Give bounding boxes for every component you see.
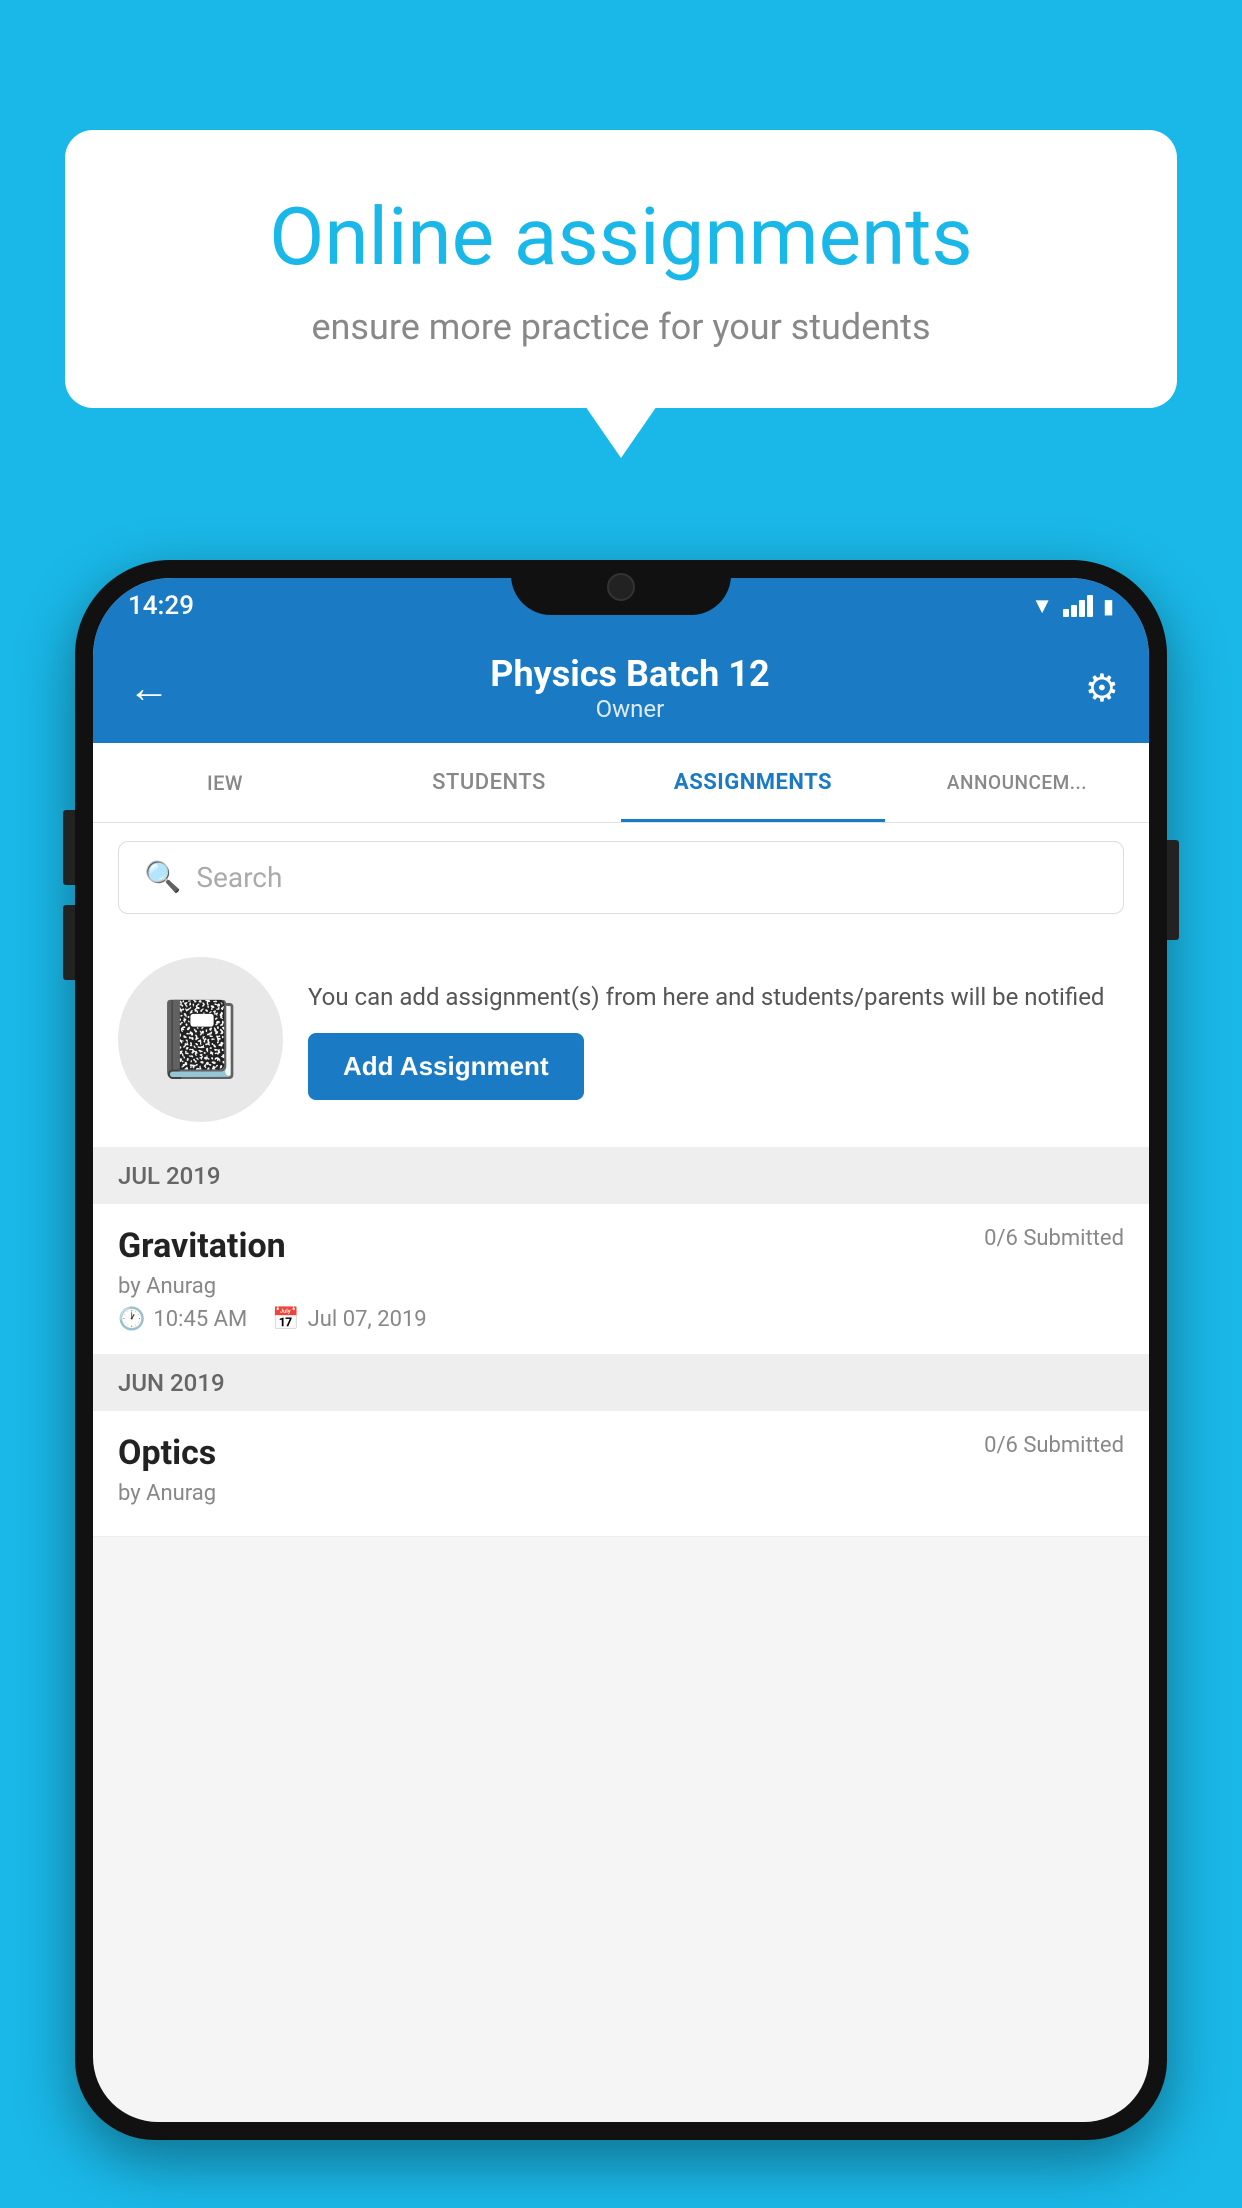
wifi-icon: ▼	[1031, 593, 1053, 619]
signal-icon	[1063, 595, 1093, 617]
search-container: 🔍 Search	[93, 823, 1149, 932]
date-value: Jul 07, 2019	[308, 1307, 427, 1332]
promo-icon-circle: 📓	[118, 957, 283, 1122]
header-subtitle: Owner	[490, 695, 769, 723]
assignment-name: Gravitation	[118, 1226, 286, 1266]
promo-right: You can add assignment(s) from here and …	[308, 979, 1124, 1100]
back-button[interactable]: ←	[123, 659, 175, 718]
assignment-top-row: Gravitation 0/6 Submitted	[118, 1226, 1124, 1266]
search-icon: 🔍	[144, 860, 181, 895]
search-bar[interactable]: 🔍 Search	[118, 841, 1124, 914]
assignment-meta: 🕐 10:45 AM 📅 Jul 07, 2019	[118, 1307, 1124, 1332]
assignment-date: 📅 Jul 07, 2019	[272, 1307, 426, 1332]
assignment-item-optics[interactable]: Optics 0/6 Submitted by Anurag	[93, 1411, 1149, 1537]
tab-announcements[interactable]: ANNOUNCEM...	[885, 743, 1149, 822]
settings-button[interactable]: ⚙	[1085, 666, 1119, 711]
assignment-submitted-optics: 0/6 Submitted	[984, 1433, 1124, 1458]
assignment-submitted: 0/6 Submitted	[984, 1226, 1124, 1251]
phone-screen: 14:29 ▼ ▮ ←	[93, 578, 1149, 2122]
add-assignment-button[interactable]: Add Assignment	[308, 1033, 584, 1100]
tab-assignments[interactable]: ASSIGNMENTS	[621, 743, 885, 822]
speech-bubble: Online assignments ensure more practice …	[65, 130, 1177, 408]
calendar-icon: 📅	[272, 1307, 299, 1332]
assignment-item-gravitation[interactable]: Gravitation 0/6 Submitted by Anurag 🕐 10…	[93, 1204, 1149, 1355]
section-header-jun: JUN 2019	[93, 1355, 1149, 1411]
app-header: ← Physics Batch 12 Owner ⚙	[93, 633, 1149, 743]
vol-down-button	[63, 905, 75, 980]
notebook-icon: 📓	[154, 996, 247, 1084]
time-value: 10:45 AM	[153, 1307, 247, 1332]
content-area: 🔍 Search 📓 You can add assignment(s) fro…	[93, 823, 1149, 1537]
clock-icon: 🕐	[118, 1307, 145, 1332]
header-center: Physics Batch 12 Owner	[490, 653, 769, 723]
status-time: 14:29	[128, 591, 194, 621]
assignment-time: 🕐 10:45 AM	[118, 1307, 247, 1332]
assignment-name-optics: Optics	[118, 1433, 216, 1473]
tab-view[interactable]: IEW	[93, 743, 357, 822]
speech-bubble-area: Online assignments ensure more practice …	[65, 130, 1177, 408]
assignment-by: by Anurag	[118, 1274, 1124, 1299]
tabs-bar: IEW STUDENTS ASSIGNMENTS ANNOUNCEM...	[93, 743, 1149, 823]
front-camera	[607, 573, 635, 601]
battery-icon: ▮	[1103, 594, 1114, 618]
vol-up-button	[63, 810, 75, 885]
header-title: Physics Batch 12	[490, 653, 769, 695]
promo-description: You can add assignment(s) from here and …	[308, 979, 1124, 1015]
phone-container: 14:29 ▼ ▮ ←	[75, 560, 1167, 2208]
bubble-title: Online assignments	[135, 190, 1107, 284]
bubble-subtitle: ensure more practice for your students	[135, 306, 1107, 348]
power-button	[1167, 840, 1179, 940]
assignment-top-row-optics: Optics 0/6 Submitted	[118, 1433, 1124, 1473]
phone-notch	[511, 560, 731, 615]
tab-students[interactable]: STUDENTS	[357, 743, 621, 822]
assignment-by-optics: by Anurag	[118, 1481, 1124, 1506]
status-icons: ▼ ▮	[1031, 593, 1114, 619]
search-placeholder: Search	[196, 861, 282, 894]
phone-frame: 14:29 ▼ ▮ ←	[75, 560, 1167, 2140]
promo-box: 📓 You can add assignment(s) from here an…	[93, 932, 1149, 1148]
section-header-jul: JUL 2019	[93, 1148, 1149, 1204]
